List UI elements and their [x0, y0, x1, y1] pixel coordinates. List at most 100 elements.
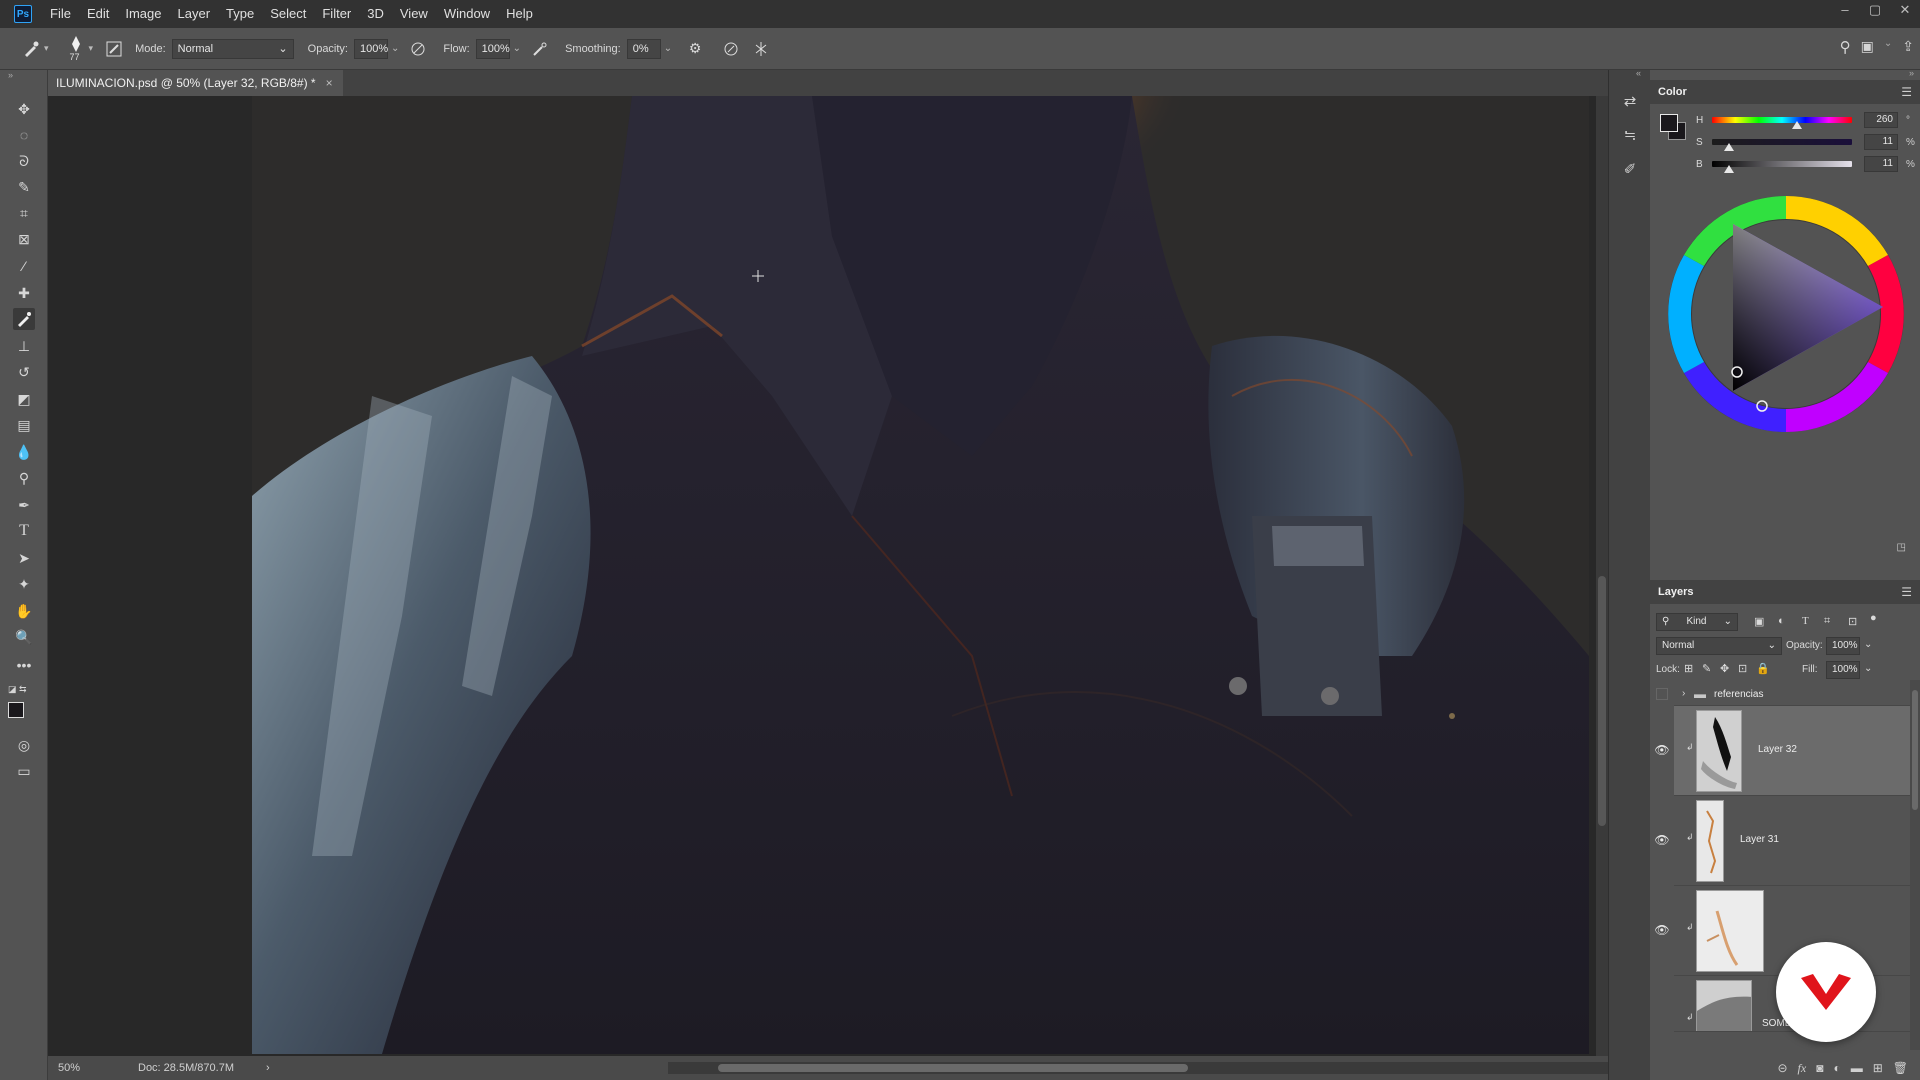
filter-type-icon[interactable]: T — [1802, 615, 1809, 627]
brush-settings-panel-icon[interactable] — [103, 38, 125, 60]
panel-menu-icon[interactable]: ☰ — [1901, 585, 1912, 599]
share-icon[interactable]: ⇪ — [1902, 38, 1914, 56]
zoom-level[interactable]: 50% — [58, 1062, 108, 1074]
quick-select-icon[interactable]: ✎ — [13, 176, 35, 198]
chevron-down-icon[interactable]: ⌄ — [391, 43, 399, 54]
stamp-icon[interactable]: ⊥ — [13, 335, 35, 357]
flow-input[interactable]: 100% — [475, 38, 510, 59]
filter-pixel-icon[interactable]: ▣ — [1754, 615, 1764, 628]
canvas-area[interactable] — [48, 96, 1596, 1056]
document-tab[interactable]: ILUMINACION.psd @ 50% (Layer 32, RGB/8#)… — [48, 70, 343, 96]
gear-icon[interactable]: ⚙ — [684, 38, 706, 60]
frame-icon[interactable]: ⊠ — [13, 228, 35, 250]
visibility-toggle[interactable] — [1656, 688, 1668, 700]
brush-icon[interactable] — [13, 308, 35, 330]
symmetry-icon[interactable] — [750, 38, 772, 60]
menu-window[interactable]: Window — [436, 0, 498, 28]
fx-icon[interactable]: fx — [1798, 1061, 1807, 1076]
search-icon[interactable]: ⚲ — [1840, 38, 1851, 56]
panel-menu-icon[interactable]: ☰ — [1901, 85, 1912, 99]
chevron-down-icon[interactable]: ⌄ — [1864, 639, 1872, 650]
scrollbar-thumb[interactable] — [718, 1064, 1188, 1072]
filter-adjustment-icon[interactable]: ◐ — [1778, 615, 1785, 627]
healing-icon[interactable]: ✚ — [13, 282, 35, 304]
vertical-scrollbar[interactable] — [1596, 96, 1608, 1056]
zoom-icon[interactable]: 🔍 — [13, 626, 35, 648]
foreground-color-swatch[interactable] — [1660, 114, 1678, 132]
eyedropper-icon[interactable]: ⁄ — [13, 255, 35, 277]
link-icon[interactable]: ⊝ — [1777, 1061, 1787, 1075]
hue-slider[interactable] — [1712, 117, 1852, 123]
eraser-icon[interactable]: ◩ — [13, 388, 35, 410]
mode-select[interactable]: Normal ⌄ — [171, 38, 294, 59]
filter-kind-select[interactable]: ⚲ Kind ⌄ — [1656, 613, 1738, 631]
opacity-input[interactable]: 100% — [354, 38, 388, 59]
history-panel-icon[interactable]: ⇄ — [1619, 90, 1641, 112]
marquee-icon[interactable]: ◌ — [13, 124, 35, 146]
brush-size-picker[interactable]: 77 — [63, 34, 89, 64]
hue-input[interactable]: 260 — [1864, 112, 1898, 128]
lock-artboard-icon[interactable]: ⊡ — [1738, 662, 1747, 675]
dodge-icon[interactable]: ⚲ — [13, 467, 35, 489]
menu-view[interactable]: View — [392, 0, 436, 28]
new-layer-icon[interactable]: ⊞ — [1873, 1061, 1883, 1075]
blend-mode-select[interactable]: Normal ⌄ — [1656, 637, 1782, 655]
filter-smart-object-icon[interactable]: ⊡ — [1848, 615, 1857, 628]
chevron-down-icon[interactable]: ▾ — [89, 43, 94, 54]
menu-3d[interactable]: 3D — [359, 0, 392, 28]
layer-group-row[interactable]: › ▬ referencias — [1656, 684, 1910, 706]
canvas-artwork[interactable] — [252, 96, 1589, 1054]
smoothing-input[interactable]: 0% — [626, 38, 661, 59]
pressure-size-icon[interactable] — [720, 38, 742, 60]
menu-image[interactable]: Image — [117, 0, 169, 28]
fill-input[interactable]: 100% — [1826, 661, 1860, 679]
layer-row-layer-31[interactable]: 👁 ↲ Layer 31 — [1654, 796, 1910, 886]
collapse-icon[interactable]: « — [1636, 68, 1641, 78]
hand-icon[interactable]: ✋ — [13, 600, 35, 622]
quick-mask-icon[interactable]: ◎ — [13, 734, 35, 756]
horizontal-scrollbar[interactable] — [668, 1062, 1628, 1074]
brush-settings-icon[interactable]: ✐ — [1619, 158, 1641, 180]
screen-mode-icon[interactable]: ▭ — [13, 760, 35, 782]
color-panel-title[interactable]: Color — [1658, 86, 1687, 98]
collapse-icon[interactable]: » — [1909, 68, 1914, 78]
chevron-down-icon[interactable]: ⌄ — [513, 43, 521, 54]
foreground-swatch[interactable] — [8, 702, 24, 718]
filter-shape-icon[interactable]: ⌗ — [1824, 615, 1830, 628]
trash-icon[interactable]: 🗑 — [1893, 1061, 1908, 1075]
eye-icon[interactable]: 👁 — [1654, 923, 1670, 937]
layer-row-layer-32[interactable]: 👁 ↲ Layer 32 — [1654, 706, 1910, 796]
pressure-opacity-icon[interactable] — [407, 38, 429, 60]
crop-icon[interactable]: ⌗ — [13, 202, 35, 224]
menu-filter[interactable]: Filter — [314, 0, 359, 28]
layers-scrollbar[interactable] — [1910, 680, 1920, 1050]
brightness-input[interactable]: 11 — [1864, 156, 1898, 172]
blur-icon[interactable]: 💧 — [13, 441, 35, 463]
mask-icon[interactable]: ◙ — [1816, 1061, 1823, 1075]
layer-name[interactable]: Layer 32 — [1758, 744, 1797, 755]
folder-icon[interactable]: ▬ — [1851, 1061, 1863, 1075]
close-icon[interactable]: × — [326, 76, 333, 90]
history-brush-icon[interactable]: ↺ — [13, 361, 35, 383]
maximize-icon[interactable]: ▢ — [1860, 0, 1890, 20]
menu-file[interactable]: File — [42, 0, 79, 28]
layer-name[interactable]: Layer 31 — [1740, 834, 1779, 845]
collapse-icon[interactable]: » — [8, 70, 13, 80]
shape-icon[interactable]: ✦ — [13, 573, 35, 595]
menu-select[interactable]: Select — [262, 0, 314, 28]
adjustment-icon[interactable]: ◐ — [1833, 1061, 1840, 1075]
adjustments-panel-icon[interactable]: ≒ — [1619, 124, 1641, 146]
chevron-down-icon[interactable]: ▾ — [44, 43, 49, 54]
default-colors-icon[interactable]: ◪ ⇆ — [8, 684, 27, 695]
saturation-slider-thumb[interactable] — [1724, 143, 1734, 151]
more-tools-icon[interactable]: ••• — [13, 654, 35, 676]
chevron-down-icon[interactable]: ⌄ — [1884, 38, 1892, 56]
lock-position-icon[interactable]: ✥ — [1720, 662, 1729, 675]
path-select-icon[interactable]: ➤ — [13, 547, 35, 569]
pen-icon[interactable]: ✒ — [13, 494, 35, 516]
brightness-slider-thumb[interactable] — [1724, 165, 1734, 173]
type-icon[interactable]: T — [13, 520, 35, 542]
filter-toggle-icon[interactable]: ● — [1870, 612, 1877, 624]
menu-edit[interactable]: Edit — [79, 0, 117, 28]
hue-slider-thumb[interactable] — [1792, 121, 1802, 129]
